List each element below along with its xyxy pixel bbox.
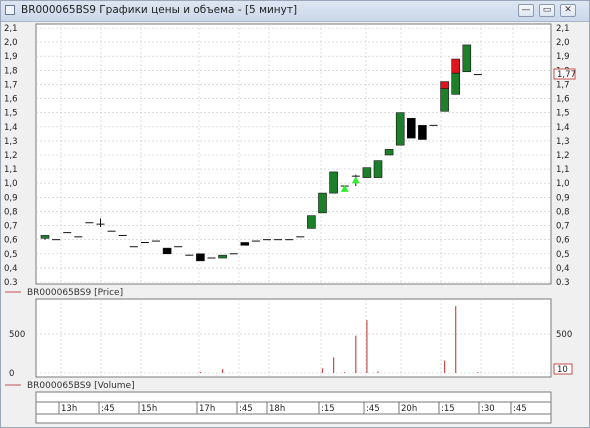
price-volume-chart[interactable]: 2,12,12,02,01,91,91,81,81,71,71,61,61,51… xyxy=(1,21,589,427)
price-y-tick-left: 1,2 xyxy=(4,151,18,161)
close-button[interactable]: ✕ xyxy=(560,4,576,17)
price-y-tick-left: 1,5 xyxy=(4,109,18,119)
volume-last-value-label: 10 xyxy=(557,365,568,375)
price-y-tick-left: 2,1 xyxy=(4,24,18,34)
price-y-tick-left: 1,0 xyxy=(4,179,18,189)
candle-body xyxy=(40,235,50,239)
volume-y-tick-left: 500 xyxy=(9,330,25,340)
price-y-tick-right: 1,1 xyxy=(556,165,570,175)
time-label: :45 xyxy=(513,404,527,414)
window-title: BR000065BS9 Графики цены и объема - [5 м… xyxy=(21,4,298,16)
candle-body xyxy=(240,242,250,246)
price-y-tick-left: 0,8 xyxy=(4,207,18,217)
candle-body xyxy=(384,149,394,156)
price-y-tick-left: 1,4 xyxy=(4,123,18,133)
price-y-tick-left: 0,6 xyxy=(4,236,18,246)
price-y-tick-right: 1,6 xyxy=(556,95,570,105)
candle-body xyxy=(318,192,327,214)
candle-body xyxy=(307,215,316,229)
price-y-tick-left: 0,9 xyxy=(4,193,18,203)
candle-body xyxy=(373,160,383,178)
price-y-tick-right: 1,3 xyxy=(556,137,570,147)
price-y-tick-right: 1,9 xyxy=(556,52,570,62)
volume-y-tick-right: 500 xyxy=(556,330,572,340)
volume-panel-plot-area[interactable] xyxy=(35,298,552,378)
candle-body xyxy=(406,118,416,139)
candle-body xyxy=(440,88,449,112)
price-y-tick-right: 2,0 xyxy=(556,38,570,48)
price-y-tick-left: 1,6 xyxy=(4,95,18,105)
price-y-tick-left: 2,0 xyxy=(4,38,18,48)
price-y-tick-left: 0,5 xyxy=(4,250,18,260)
maximize-button[interactable]: ▭ xyxy=(539,4,555,17)
price-y-tick-left: 1,7 xyxy=(4,80,18,90)
time-label: 17h xyxy=(199,404,215,414)
price-y-tick-right: 1,0 xyxy=(556,179,570,189)
price-y-tick-right: 0,4 xyxy=(556,264,570,274)
window-app-icon xyxy=(5,5,15,15)
price-y-tick-right: 1,7 xyxy=(556,80,570,90)
candle-body xyxy=(395,112,405,146)
time-label: :45 xyxy=(366,404,380,414)
candle-body xyxy=(462,44,472,73)
candle-body xyxy=(451,72,461,95)
price-y-tick-left: 0,4 xyxy=(4,264,18,274)
minimize-button[interactable]: — xyxy=(518,4,534,17)
price-y-tick-left: 1,3 xyxy=(4,137,18,147)
price-y-tick-right: 0,7 xyxy=(556,222,570,232)
price-y-tick-left: 0,7 xyxy=(4,222,18,232)
candle-highlight xyxy=(440,81,449,89)
price-y-tick-left: 1,9 xyxy=(4,52,18,62)
price-y-tick-right: 0,9 xyxy=(556,193,570,203)
time-label: :45 xyxy=(101,404,115,414)
candle-body xyxy=(162,247,172,255)
candle-body xyxy=(218,254,227,259)
time-label: :15 xyxy=(321,404,335,414)
time-label: :15 xyxy=(441,404,455,414)
candle-body xyxy=(362,167,372,178)
chart-window: BR000065BS9 Графики цены и объема - [5 м… xyxy=(0,0,590,428)
horizontal-scrollbar[interactable] xyxy=(35,413,552,424)
price-y-tick-left: 1,8 xyxy=(4,66,18,76)
price-panel-plot-area[interactable] xyxy=(35,23,552,285)
price-y-tick-left: 1,1 xyxy=(4,165,18,175)
time-label: 18h xyxy=(269,404,285,414)
title-bar[interactable]: BR000065BS9 Графики цены и объема - [5 м… xyxy=(1,1,589,22)
time-label: :45 xyxy=(239,404,253,414)
price-y-tick-right: 0,5 xyxy=(556,250,570,260)
price-y-tick-right: 1,2 xyxy=(556,151,570,161)
candle-highlight xyxy=(451,58,461,74)
time-label: 13h xyxy=(61,404,77,414)
price-y-tick-right: 0,6 xyxy=(556,236,570,246)
time-label: :30 xyxy=(481,404,495,414)
price-last-value-label: 1,77 xyxy=(557,70,576,80)
time-axis-top-strip xyxy=(35,391,552,403)
price-legend-label: BR000065BS9 [Price] xyxy=(27,288,123,298)
time-label: 15h xyxy=(141,404,157,414)
volume-legend-label: BR000065BS9 [Volume] xyxy=(27,381,135,391)
time-label: 20h xyxy=(401,404,417,414)
candle-body xyxy=(418,125,427,140)
candle-body xyxy=(196,253,205,262)
price-y-tick-right: 1,4 xyxy=(556,123,570,133)
candle-body xyxy=(329,171,338,194)
price-y-tick-right: 2,1 xyxy=(556,24,570,34)
price-y-tick-right: 1,5 xyxy=(556,109,570,119)
volume-y-tick-left: 0 xyxy=(9,369,14,379)
price-y-tick-right: 0,8 xyxy=(556,207,570,217)
